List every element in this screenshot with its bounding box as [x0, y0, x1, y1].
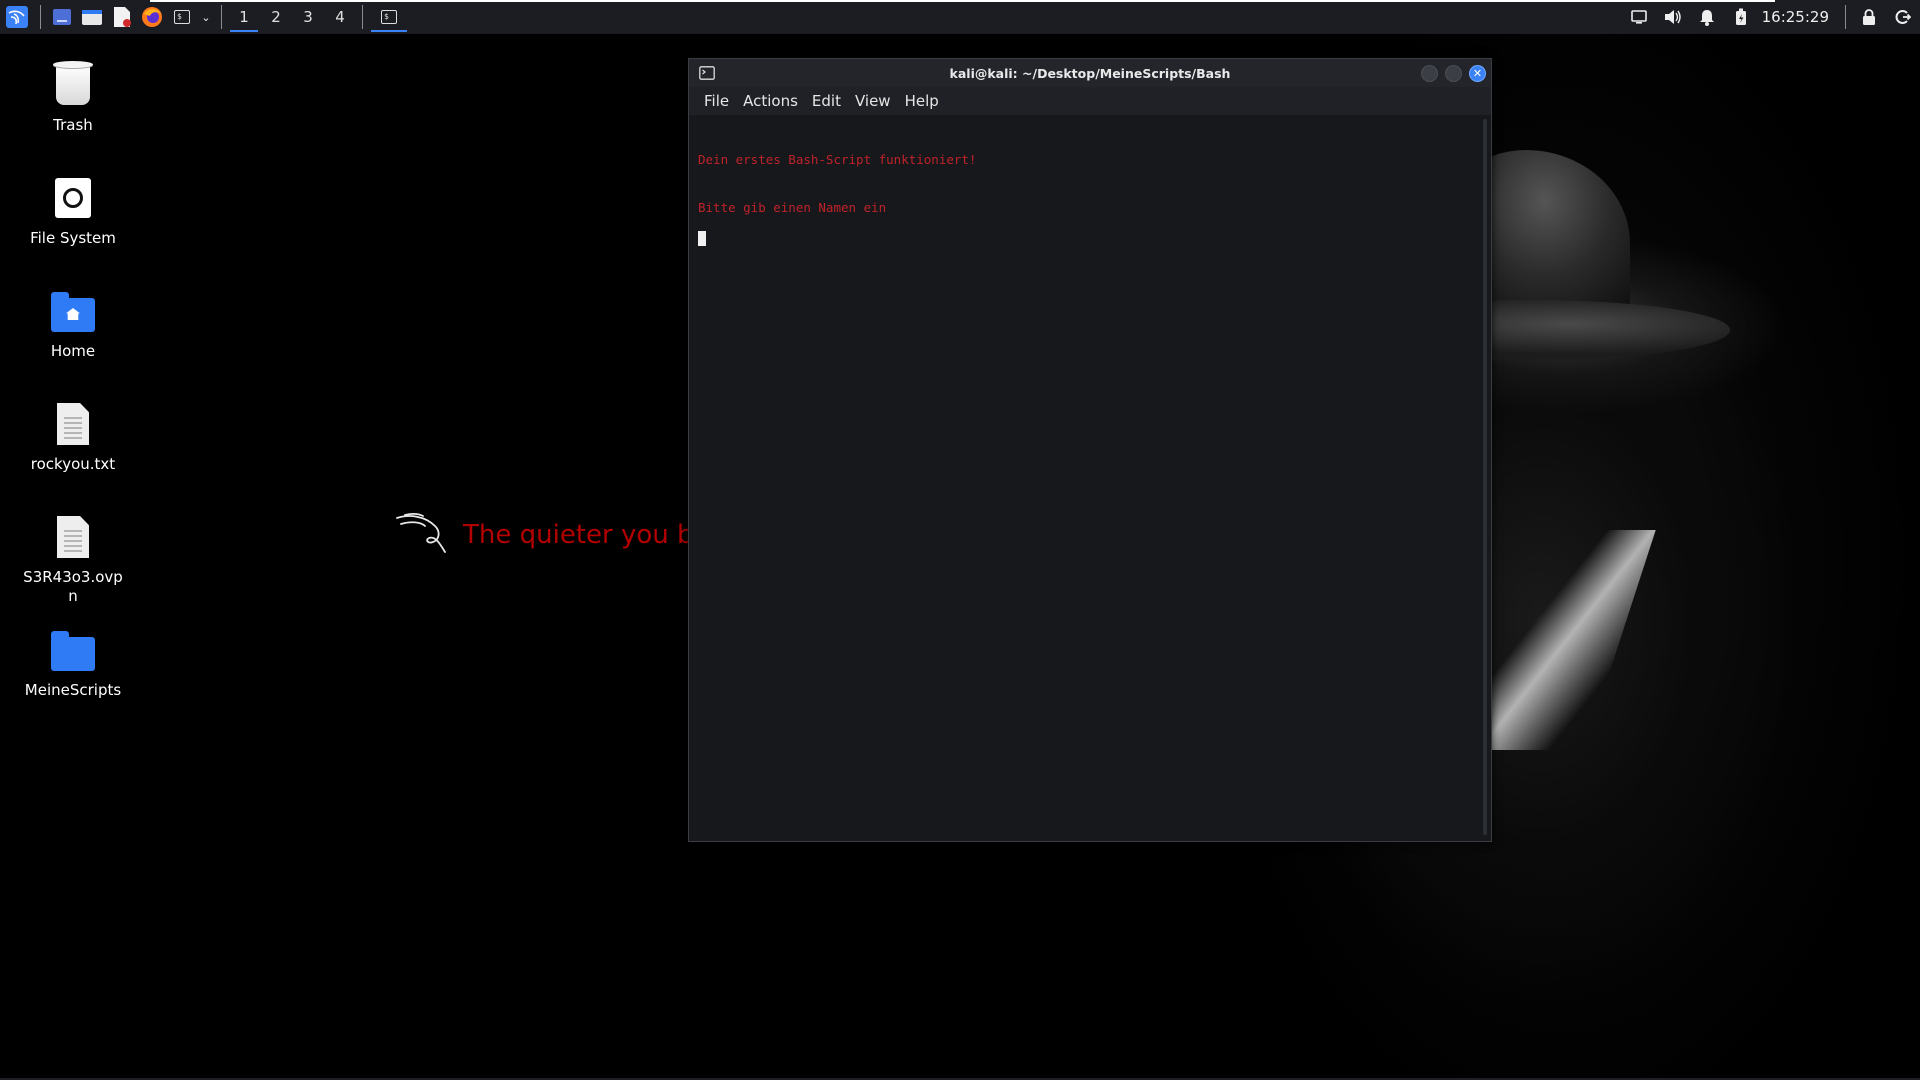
terminal-icon: $ [381, 10, 397, 24]
desktop-icon-rockyou[interactable]: rockyou.txt [12, 399, 134, 474]
taskbar-terminal-window[interactable]: $ [369, 0, 409, 34]
logout-icon[interactable] [1886, 0, 1920, 34]
desktop-icon-meinescripts[interactable]: MeineScripts [12, 625, 134, 700]
workspace-label: 3 [303, 8, 313, 26]
close-button[interactable]: ✕ [1469, 65, 1486, 82]
volume-icon[interactable] [1656, 0, 1690, 34]
text-editor-icon[interactable] [107, 0, 137, 34]
trash-icon [49, 60, 97, 110]
system-tray: 16:25:29 [1622, 0, 1920, 34]
text-cursor [698, 231, 706, 246]
chevron-down-icon[interactable]: ⌄ [197, 0, 215, 34]
top-panel: $ ⌄ 1 2 3 4 $ 16:25:29 [0, 0, 1920, 34]
kali-dragon-icon [396, 513, 446, 553]
terminal-menubar: File Actions Edit View Help [689, 87, 1491, 115]
panel-separator [1845, 5, 1846, 29]
clock[interactable]: 16:25:29 [1758, 8, 1839, 26]
terminal-icon[interactable]: $ [167, 0, 197, 34]
filesystem-icon [49, 173, 97, 223]
terminal-line: Dein erstes Bash-Script funktioniert! [698, 152, 977, 167]
desktop-icon-label: Trash [53, 116, 93, 134]
firefox-icon[interactable] [137, 0, 167, 34]
desktop-icon-label: S3R43o3.ovpn [23, 568, 123, 605]
menu-actions[interactable]: Actions [736, 92, 805, 110]
panel-separator [221, 5, 222, 29]
desktop-icon-home[interactable]: Home [12, 286, 134, 361]
desktop-icon-label: MeineScripts [24, 681, 122, 699]
show-desktop-icon[interactable] [47, 0, 77, 34]
folder-icon [49, 625, 97, 675]
minimize-button[interactable] [1421, 65, 1438, 82]
menu-file[interactable]: File [697, 92, 736, 110]
workspace-2[interactable]: 2 [260, 0, 292, 34]
desktop-icon-label: File System [30, 229, 116, 247]
kali-menu-icon[interactable] [0, 0, 34, 34]
desktop-icon-file-system[interactable]: File System [12, 173, 134, 248]
workspace-label: 4 [335, 8, 345, 26]
desktop-icon-label: rockyou.txt [30, 455, 116, 473]
text-file-icon [49, 512, 97, 562]
desktop: $ ⌄ 1 2 3 4 $ 16:25:29 Trash File System… [0, 0, 1920, 1080]
terminal-output[interactable]: Dein erstes Bash-Script funktioniert! Bi… [689, 115, 1491, 841]
panel-separator [40, 5, 41, 29]
window-titlebar[interactable]: kali@kali: ~/Desktop/MeineScripts/Bash ✕ [689, 59, 1491, 87]
maximize-button[interactable] [1445, 65, 1462, 82]
workspace-4[interactable]: 4 [324, 0, 356, 34]
terminal-icon [699, 66, 715, 80]
menu-edit[interactable]: Edit [805, 92, 848, 110]
scrollbar[interactable] [1483, 119, 1487, 835]
text-file-icon [49, 399, 97, 449]
desktop-icon-ovpn[interactable]: S3R43o3.ovpn [12, 512, 134, 606]
menu-help[interactable]: Help [898, 92, 946, 110]
window-title: kali@kali: ~/Desktop/MeineScripts/Bash [949, 65, 1231, 81]
terminal-window[interactable]: kali@kali: ~/Desktop/MeineScripts/Bash ✕… [688, 58, 1492, 842]
workspace-3[interactable]: 3 [292, 0, 324, 34]
desktop-icon-trash[interactable]: Trash [12, 60, 134, 135]
notification-bell-icon[interactable] [1690, 0, 1724, 34]
battery-icon[interactable] [1724, 0, 1758, 34]
file-manager-icon[interactable] [77, 0, 107, 34]
workspace-1[interactable]: 1 [228, 0, 260, 34]
menu-view[interactable]: View [848, 92, 898, 110]
home-folder-icon [49, 286, 97, 336]
display-icon[interactable] [1622, 0, 1656, 34]
workspace-label: 1 [239, 8, 249, 26]
desktop-icon-label: Home [50, 342, 96, 360]
panel-separator [362, 5, 363, 29]
workspace-label: 2 [271, 8, 281, 26]
lock-icon[interactable] [1852, 0, 1886, 34]
terminal-line: Bitte gib einen Namen ein [698, 200, 887, 215]
close-icon: ✕ [1472, 67, 1483, 80]
